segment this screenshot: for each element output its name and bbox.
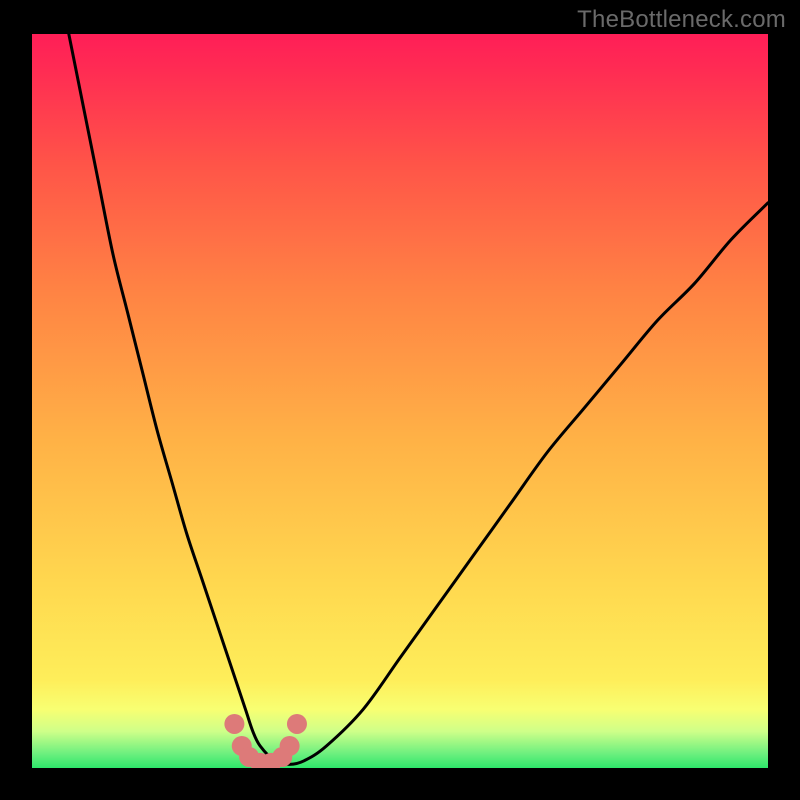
marker-dot — [287, 714, 307, 734]
chart-svg — [32, 34, 768, 768]
marker-dot — [224, 714, 244, 734]
watermark-text: TheBottleneck.com — [577, 6, 786, 34]
chart-container: TheBottleneck.com — [0, 0, 800, 800]
plot-area — [32, 34, 768, 768]
marker-dot — [280, 736, 300, 756]
